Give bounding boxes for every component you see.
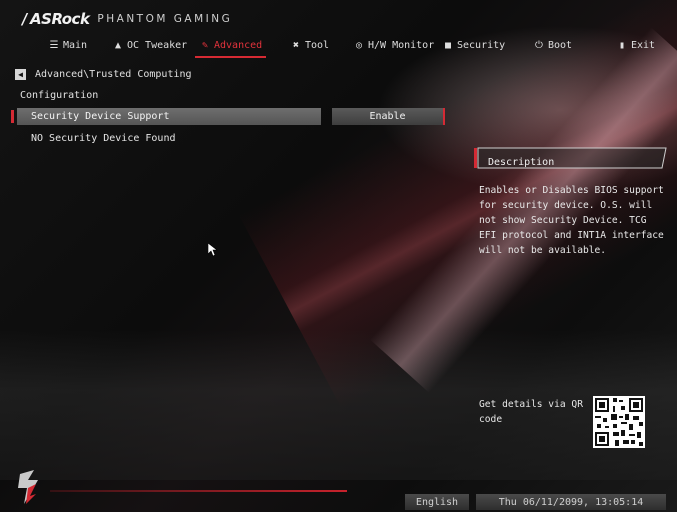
monitor-icon: ◎	[355, 39, 363, 51]
tab-label: Boot	[548, 39, 573, 51]
bios-screen: / ASRock PHANTOM GAMING ☰ Main ▲ OC Twea…	[0, 0, 677, 512]
tab-tool[interactable]: ✖ Tool	[290, 36, 329, 54]
list-icon: ☰	[49, 39, 59, 51]
qr-caption: Get details via QR code	[479, 399, 583, 425]
tab-oc-tweaker[interactable]: ▲ OC Tweaker	[112, 36, 187, 54]
tab-label: Security	[457, 39, 506, 51]
selection-marker	[11, 110, 14, 123]
description-title: Description	[488, 157, 555, 168]
back-icon[interactable]: ◀	[15, 69, 26, 80]
language-button[interactable]: English	[405, 494, 469, 510]
info-text: NO Security Device Found	[31, 133, 176, 144]
setting-label: Security Device Support	[31, 111, 170, 122]
brand-logo: / ASRock PHANTOM GAMING	[20, 8, 232, 30]
breadcrumb-text: Advanced\Trusted Computing	[35, 69, 192, 80]
brand-subtitle: PHANTOM GAMING	[97, 13, 233, 25]
tab-advanced[interactable]: ✎ Advanced	[194, 36, 267, 58]
tab-boot[interactable]: ⏻ Boot	[533, 36, 572, 54]
tab-label: H/W Monitor	[368, 39, 435, 51]
flask-icon: ▲	[114, 39, 122, 51]
tab-label: Exit	[631, 39, 656, 51]
qr-code	[593, 396, 645, 448]
tool-icon: ✖	[292, 39, 300, 51]
breadcrumb: ◀ Advanced\Trusted Computing	[15, 68, 192, 81]
advanced-icon: ✎	[201, 39, 209, 51]
mouse-cursor-icon	[207, 242, 218, 261]
tab-exit[interactable]: ▮ Exit	[616, 36, 655, 54]
setting-value-button[interactable]: Enable	[332, 108, 445, 125]
section-label: Configuration	[20, 90, 99, 101]
main-tabs: ☰ Main ▲ OC Tweaker ✎ Advanced ✖ Tool ◎ …	[0, 36, 677, 58]
description-body: Enables or Disables BIOS support for sec…	[479, 185, 664, 256]
tab-label: Tool	[305, 39, 330, 51]
datetime-display: Thu 06/11/2099, 13:05:14	[476, 494, 666, 510]
brand-name: ASRock	[30, 10, 90, 28]
shield-icon: ■	[444, 39, 452, 51]
tab-label: Main	[63, 39, 88, 51]
tab-security[interactable]: ■ Security	[442, 36, 505, 54]
tab-label: Advanced	[214, 39, 263, 51]
phantom-gaming-logo-icon	[14, 470, 44, 506]
tab-main[interactable]: ☰ Main	[48, 36, 88, 54]
power-icon: ⏻	[535, 39, 543, 51]
exit-icon: ▮	[618, 39, 626, 51]
footer-accent-line	[50, 490, 347, 492]
brand-mark: /	[20, 10, 30, 28]
tab-label: OC Tweaker	[127, 39, 188, 51]
tab-hw-monitor[interactable]: ◎ H/W Monitor	[353, 36, 434, 54]
